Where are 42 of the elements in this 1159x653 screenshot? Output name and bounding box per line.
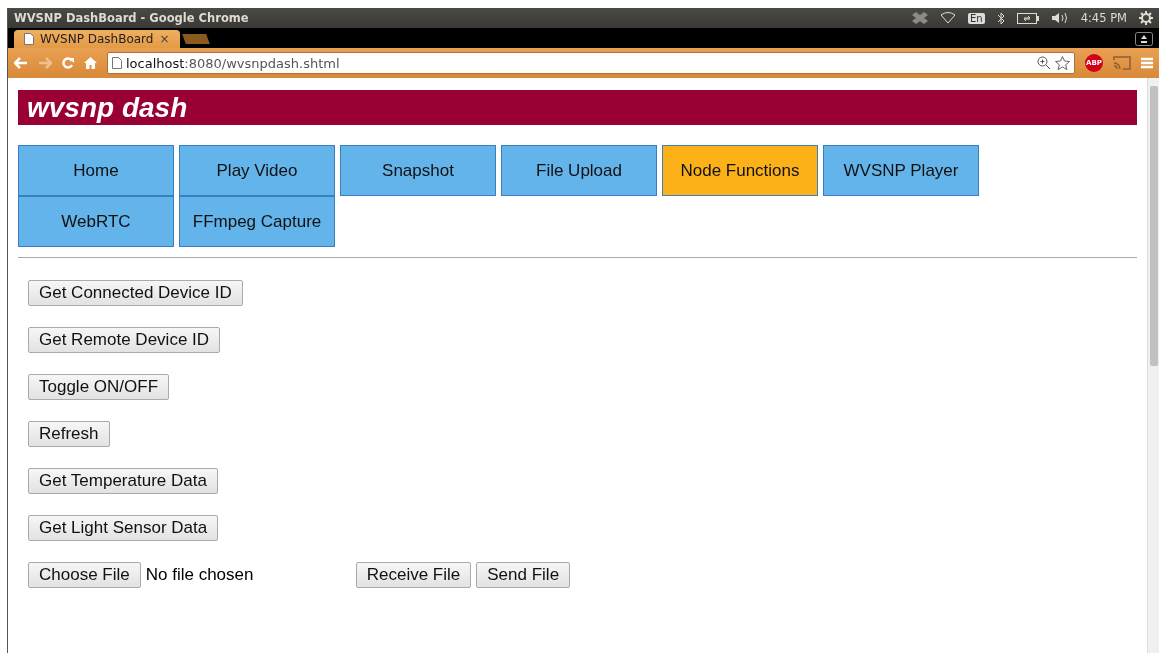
page-icon [112, 57, 122, 69]
nav-button[interactable]: Snapshot [340, 145, 496, 196]
page-icon [24, 33, 34, 45]
nav-button[interactable]: Node Functions [662, 145, 818, 196]
action-button[interactable]: Receive File [355, 562, 472, 588]
nav-button[interactable]: Home [18, 145, 174, 196]
menu-icon[interactable] [1141, 57, 1153, 69]
window-title: WVSNP DashBoard - Google Chrome [14, 11, 250, 25]
action-button[interactable]: Toggle ON/OFF [28, 374, 170, 400]
cast-icon[interactable] [1113, 56, 1131, 70]
star-icon[interactable] [1055, 56, 1070, 70]
action-button[interactable]: Get Remote Device ID [28, 327, 221, 353]
address-bar[interactable]: localhost:8080/wvsnpdash.shtml [107, 52, 1075, 74]
wifi-icon[interactable] [940, 12, 956, 24]
keyboard-layout-indicator[interactable]: En [968, 12, 985, 24]
clock[interactable]: 4:45 PM [1080, 11, 1127, 25]
nav-button[interactable]: File Upload [501, 145, 657, 196]
nav-button[interactable]: WebRTC [18, 196, 174, 247]
file-status: No file chosen [145, 565, 255, 585]
volume-icon[interactable] [1050, 12, 1069, 24]
dropbox-icon[interactable] [912, 12, 928, 24]
scrollbar[interactable] [1147, 78, 1159, 653]
new-tab-button[interactable] [181, 34, 210, 44]
zoom-icon[interactable] [1037, 56, 1051, 70]
choose-file-button[interactable]: Choose File [28, 562, 141, 588]
action-button[interactable]: Refresh [28, 421, 110, 447]
action-button[interactable]: Get Temperature Data [28, 468, 218, 494]
battery-icon[interactable] [1016, 12, 1039, 24]
back-icon[interactable] [14, 57, 28, 69]
close-icon[interactable]: × [159, 32, 170, 46]
bluetooth-icon[interactable] [996, 11, 1005, 25]
action-button[interactable]: Get Connected Device ID [28, 280, 243, 306]
nav-button[interactable]: WVSNP Player [823, 145, 979, 196]
reload-icon[interactable] [62, 57, 74, 69]
gear-icon[interactable] [1139, 11, 1153, 25]
action-button[interactable]: Get Light Sensor Data [28, 515, 219, 541]
browser-tab[interactable]: WVSNP DashBoard × [14, 30, 180, 48]
nav-button[interactable]: FFmpeg Capture [179, 196, 335, 247]
home-icon[interactable] [84, 57, 97, 69]
nav-button[interactable]: Play Video [179, 145, 335, 196]
page-header: wvsnp dash [18, 90, 1137, 125]
action-button[interactable]: Send File [476, 562, 571, 588]
